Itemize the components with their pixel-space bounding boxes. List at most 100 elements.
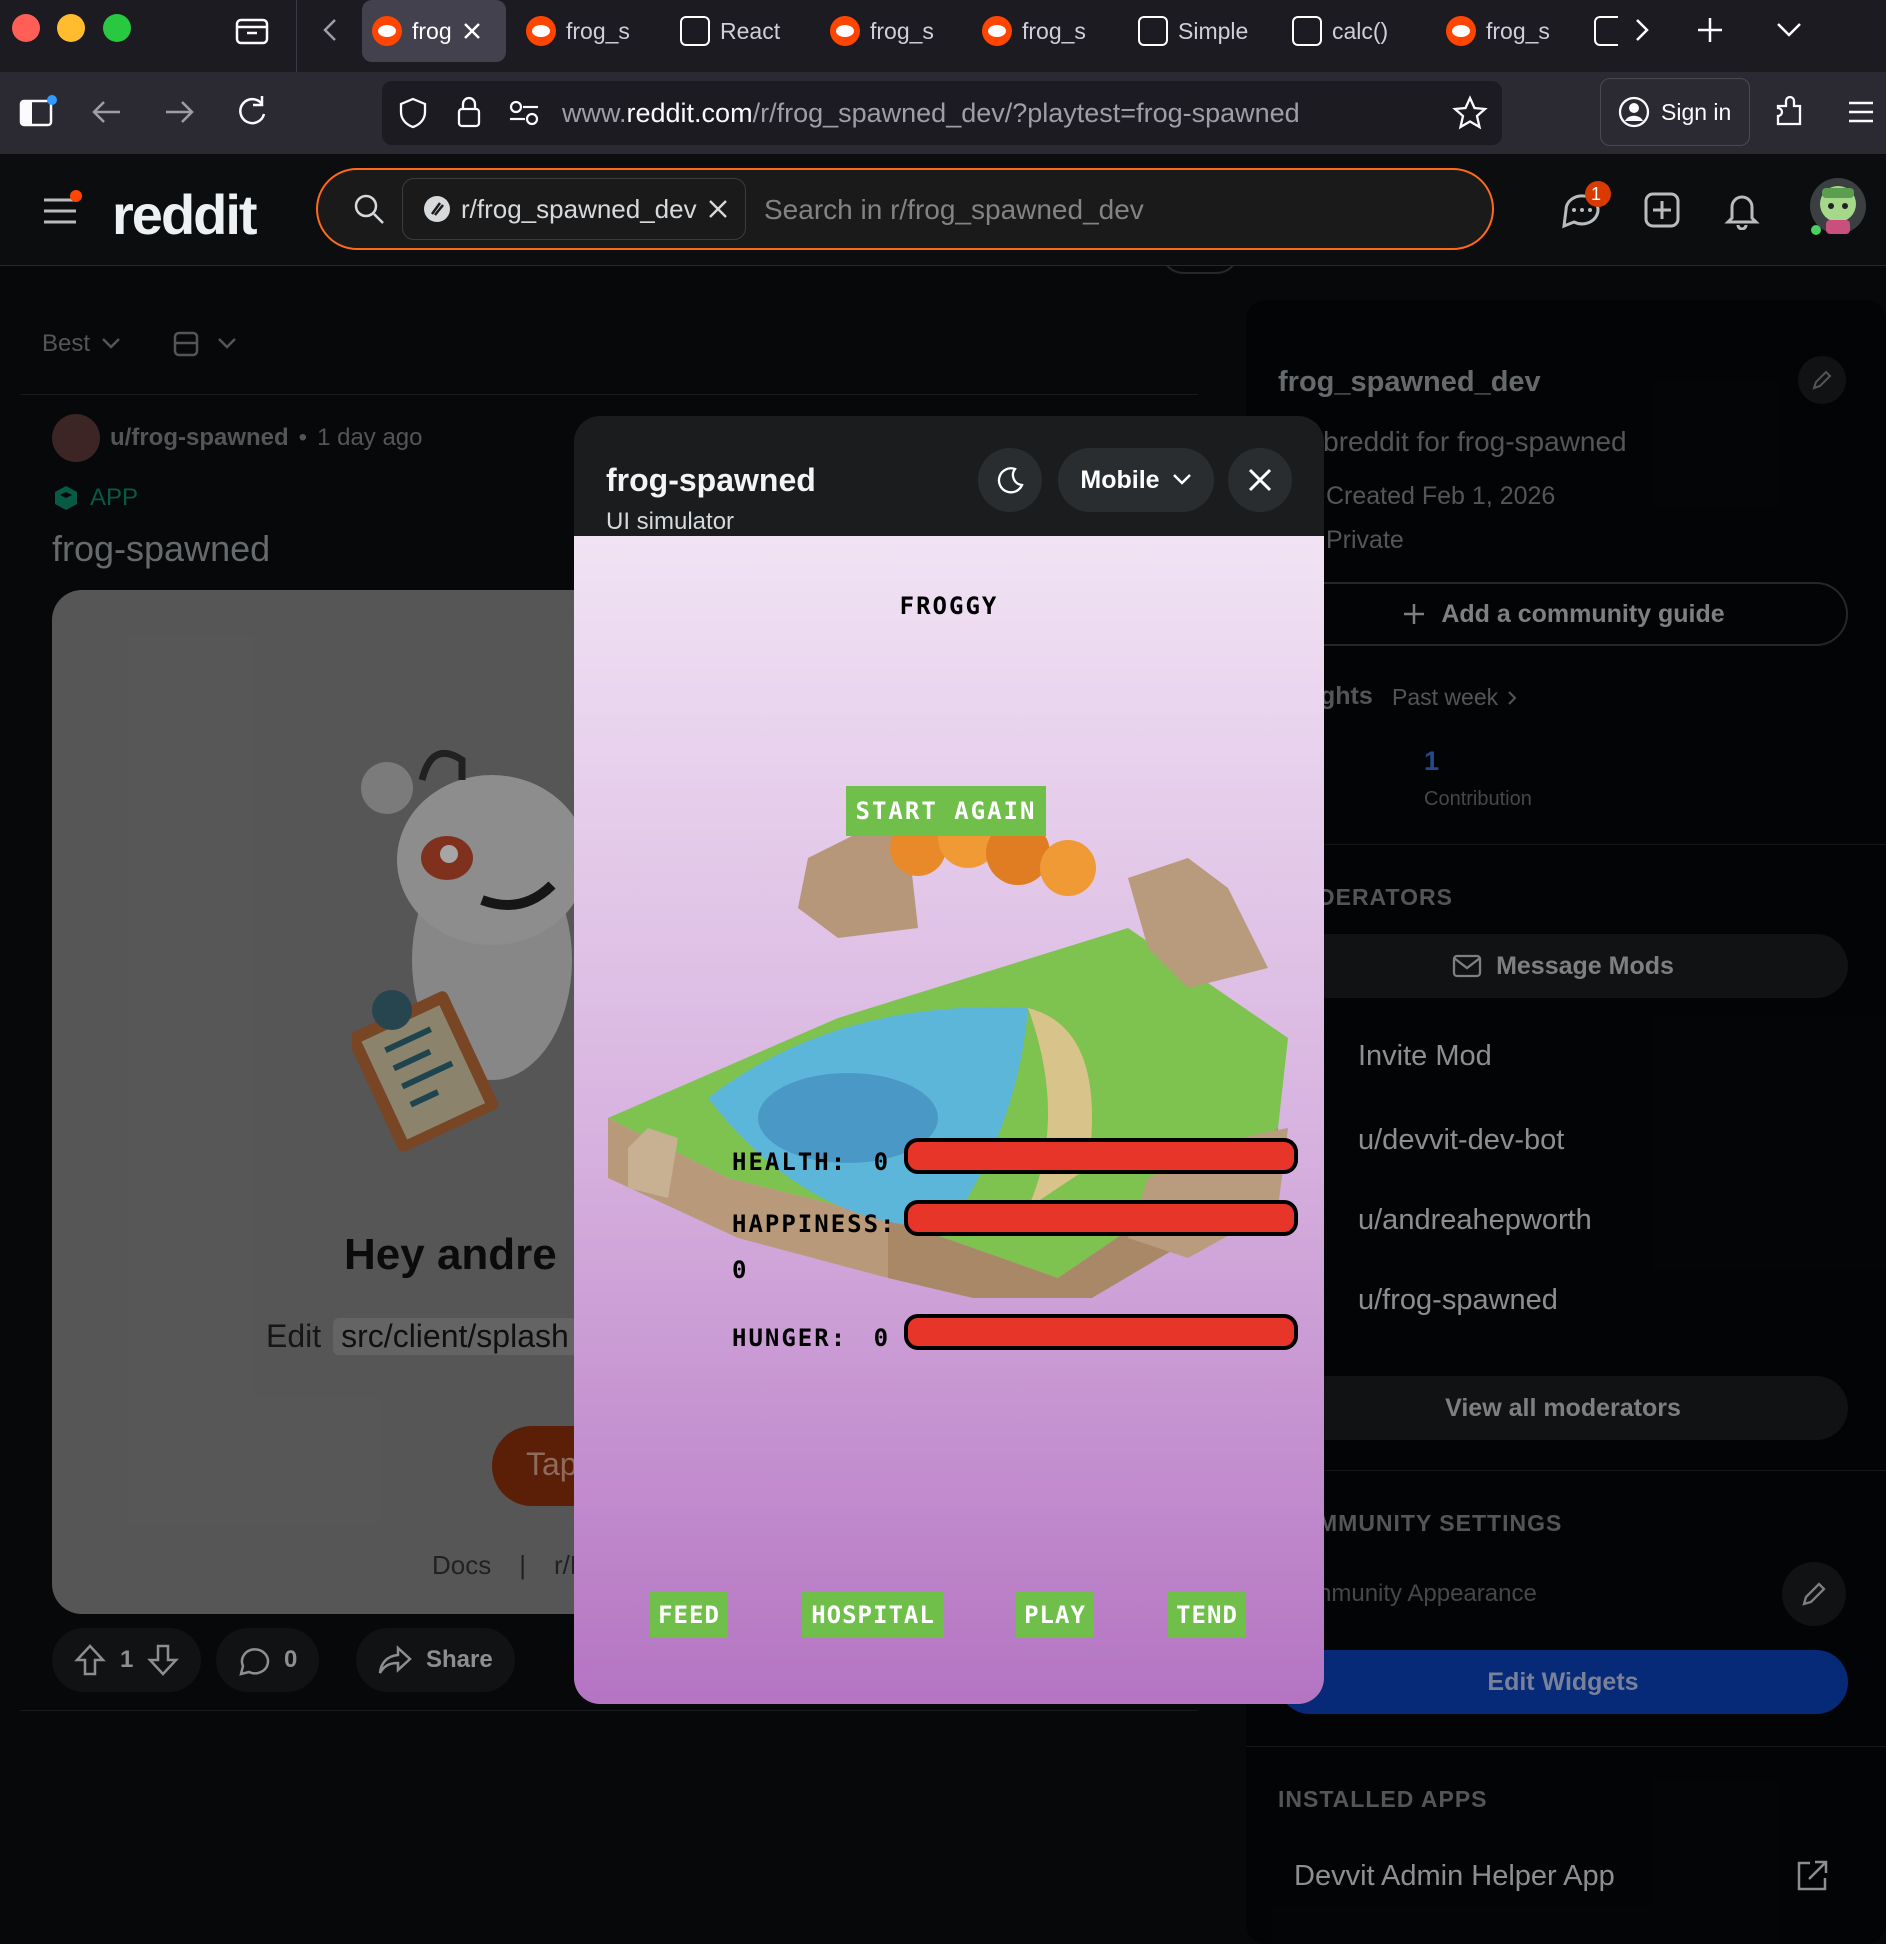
bookmark-star-icon[interactable] [1452,95,1488,131]
browser-tab[interactable]: frog [362,0,506,62]
hunger-bar [904,1314,1298,1350]
sidebar-toggle-icon[interactable] [18,94,58,130]
chat-icon[interactable]: 1 [1560,180,1612,236]
docs-link[interactable]: Docs [432,1550,491,1581]
tab-label: frog_s [1022,17,1086,44]
url-bar[interactable]: www.reddit.com/r/frog_spawned_dev/?playt… [382,81,1502,145]
happiness-value: 0 [732,1256,749,1284]
post-author[interactable]: u/frog-spawned [110,424,289,452]
moderator-link[interactable]: u/devvit-dev-bot [1358,1124,1564,1157]
tabs-scroll-right-icon[interactable] [1630,16,1654,44]
sort-dropdown[interactable]: Best [42,330,122,358]
post-splash-card[interactable]: Hey andre Edit src/client/splash Tap Doc… [52,590,642,1614]
search-bar[interactable]: r/frog_spawned_dev Search in r/frog_spaw… [316,168,1494,250]
hospital-button[interactable]: HOSPITAL [802,1592,944,1638]
comment-count: 0 [284,1646,298,1673]
upvote-icon[interactable] [74,1643,106,1677]
chevron-down-icon [102,338,120,349]
modal-subtitle: UI simulator [606,508,735,535]
invite-mod-link[interactable]: Invite Mod [1358,1040,1492,1073]
tab-label: React [720,17,781,44]
tab-overview-icon[interactable] [234,14,270,46]
edit-description-button[interactable] [1798,356,1846,404]
forward-icon[interactable] [162,96,196,128]
add-community-guide-button[interactable]: Add a community guide [1278,582,1848,646]
insights-range[interactable]: Past week [1392,684,1518,711]
reload-icon[interactable] [234,94,270,130]
splash-links: Docs | r/D [432,1550,589,1581]
search-input[interactable]: Search in r/frog_spawned_dev [764,194,1144,226]
health-value: 0 [873,1148,891,1176]
notifications-bell-icon[interactable] [1724,190,1760,230]
share-icon [378,1645,412,1674]
share-button[interactable]: Share [356,1628,515,1692]
close-tab-icon[interactable] [462,21,482,41]
author-avatar[interactable] [52,414,100,462]
browser-tab[interactable]: React [670,0,810,62]
back-icon[interactable] [90,96,124,128]
play-button[interactable]: PLAY [1016,1592,1094,1638]
game-canvas[interactable]: FROGGY START AGAIN HEALTH: 0 HAPPINESS: … [574,536,1324,1704]
browser-tab[interactable]: calc() [1282,0,1422,62]
start-again-button[interactable]: START AGAIN [846,786,1046,836]
moderator-link[interactable]: u/frog-spawned [1358,1284,1558,1317]
tabs-scroll-left-icon[interactable] [318,16,342,44]
browser-nav-bar: www.reddit.com/r/frog_spawned_dev/?playt… [0,72,1886,154]
device-select[interactable]: Mobile [1058,448,1214,512]
url-text[interactable]: www.reddit.com/r/frog_spawned_dev/?playt… [562,98,1300,129]
reddit-header: reddit r/frog_spawned_dev Search in r/fr… [0,154,1886,266]
chevron-down-icon [218,338,236,349]
search-scope-chip[interactable]: r/frog_spawned_dev [402,178,746,240]
create-post-icon[interactable] [1644,192,1680,228]
browser-tab[interactable]: frog_s [516,0,656,62]
message-mods-button[interactable]: Message Mods [1278,934,1848,998]
post-title[interactable]: frog-spawned [52,528,270,570]
remove-chip-icon[interactable] [707,198,729,220]
tend-button[interactable]: TEND [1168,1592,1246,1638]
dark-mode-toggle[interactable] [978,448,1042,512]
openai-icon [680,16,710,46]
browser-tab[interactable]: frog_s [820,0,960,62]
browser-tab[interactable]: Simple [1128,0,1268,62]
post-time: 1 day ago [317,424,423,451]
edit-appearance-button[interactable] [1782,1562,1846,1626]
subreddit-icon [424,196,450,222]
reddit-icon [526,16,556,46]
new-tab-icon[interactable] [1694,14,1726,46]
browser-tab[interactable]: frog_s [972,0,1112,62]
comments-button[interactable]: 0 [216,1628,320,1692]
app-cube-icon [55,486,77,510]
list-tabs-icon[interactable] [1774,18,1804,42]
reddit-logo[interactable]: reddit [112,182,258,247]
hunger-value: 0 [873,1324,891,1352]
moderator-link[interactable]: u/andreahepworth [1358,1204,1592,1237]
browser-tab[interactable]: W [1584,0,1618,62]
user-avatar[interactable] [1808,174,1868,238]
edit-widgets-button[interactable]: Edit Widgets [1278,1650,1848,1714]
community-settings-heading: MMUNITY SETTINGS [1318,1510,1563,1536]
minimize-window-button[interactable] [57,14,85,42]
feed-button[interactable]: FEED [650,1592,728,1638]
close-modal-button[interactable] [1228,448,1292,512]
extensions-icon[interactable] [1772,94,1806,130]
downvote-icon[interactable] [147,1643,180,1677]
divider [20,394,1198,395]
sign-in-label: Sign in [1661,98,1732,125]
tracking-protection-icon[interactable] [398,97,428,129]
hamburger-icon[interactable] [42,190,86,230]
browser-tab[interactable]: frog_s [1436,0,1576,62]
external-link-icon[interactable] [1794,1858,1830,1894]
view-dropdown[interactable] [172,330,238,358]
splash-heading: Hey andre [344,1230,557,1279]
view-all-moderators-button[interactable]: View all moderators [1278,1376,1848,1440]
zoom-window-button[interactable] [103,14,131,42]
community-appearance-link[interactable]: nmunity Appearance [1318,1580,1537,1608]
pencil-icon [1812,370,1832,390]
sign-in-button[interactable]: Sign in [1600,78,1750,146]
close-window-button[interactable] [12,14,40,42]
lock-icon[interactable] [456,95,482,129]
plus-icon [1404,604,1425,624]
permissions-icon[interactable] [508,99,540,127]
menu-icon[interactable] [1846,98,1876,126]
installed-app-link[interactable]: Devvit Admin Helper App [1294,1860,1615,1893]
